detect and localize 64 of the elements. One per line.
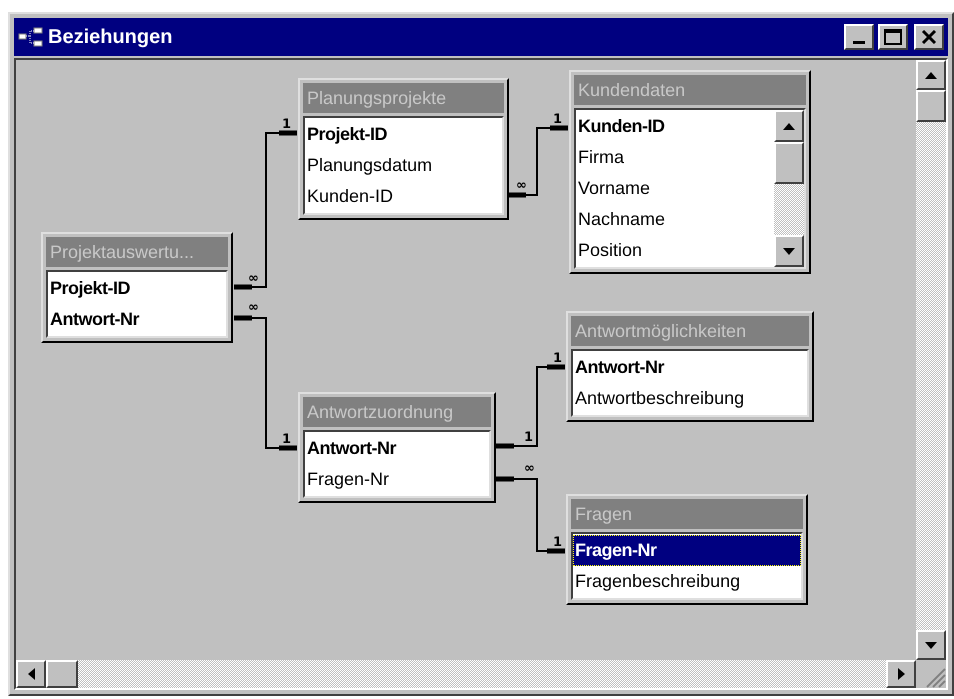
right-arrow-icon bbox=[898, 668, 904, 680]
scroll-left-button[interactable] bbox=[16, 660, 46, 688]
field-item[interactable]: Projekt-ID bbox=[48, 273, 226, 304]
down-arrow-icon bbox=[925, 642, 937, 648]
relationship-line[interactable] bbox=[496, 476, 565, 554]
maximize-button[interactable] bbox=[878, 24, 908, 50]
cardinality-label: ∞ bbox=[248, 272, 259, 285]
field-item[interactable]: Firma bbox=[576, 142, 774, 173]
cardinality-label: ∞ bbox=[248, 301, 259, 314]
up-arrow-icon bbox=[783, 122, 795, 130]
down-arrow-icon bbox=[783, 248, 795, 254]
relationship-line[interactable] bbox=[234, 316, 297, 450]
scroll-down-button[interactable] bbox=[774, 235, 804, 267]
scroll-thumb[interactable] bbox=[774, 142, 804, 184]
table-box[interactable]: Antwortzuordnung Antwort-Nr Fragen-Nr bbox=[298, 392, 496, 503]
field-item[interactable]: Position bbox=[576, 235, 774, 266]
horizontal-scrollbar[interactable] bbox=[16, 660, 916, 688]
field-item[interactable]: Antwort-Nr bbox=[48, 304, 226, 335]
field-item[interactable]: Kunden-ID bbox=[576, 111, 774, 142]
table-box[interactable]: Planungsprojekte Projekt-ID Planungsdatum Kunden-ID bbox=[298, 78, 509, 220]
cardinality-label: 1 bbox=[553, 352, 562, 365]
relationship-line[interactable] bbox=[496, 364, 565, 448]
table-box[interactable]: Antwortmöglichkeiten Antwort-Nr Antwortbeschreibung bbox=[566, 311, 814, 422]
field-item[interactable]: Vorname bbox=[576, 173, 774, 204]
field-item[interactable]: Fragen-Nr bbox=[305, 464, 489, 495]
scroll-up-button[interactable] bbox=[774, 110, 804, 142]
table-box[interactable]: Projektauswertu... Projekt-ID Antwort-Nr bbox=[41, 232, 233, 343]
cardinality-label: ∞ bbox=[524, 462, 535, 475]
vertical-scrollbar[interactable] bbox=[916, 60, 946, 660]
cardinality-label: ∞ bbox=[516, 179, 527, 192]
field-item[interactable]: Kunden-ID bbox=[305, 181, 502, 212]
cardinality-label: 1 bbox=[553, 113, 562, 126]
scroll-down-button[interactable] bbox=[916, 630, 946, 660]
left-arrow-icon bbox=[28, 668, 34, 680]
window-title: Beziehungen bbox=[48, 25, 174, 50]
relationship-line[interactable] bbox=[508, 126, 568, 198]
field-item[interactable]: Fragenbeschreibung bbox=[573, 566, 801, 597]
close-button[interactable] bbox=[914, 24, 944, 50]
field-item[interactable]: Projekt-ID bbox=[305, 119, 502, 150]
cardinality-label: 1 bbox=[282, 118, 292, 131]
minimize-button[interactable] bbox=[844, 24, 874, 50]
cardinality-label: 1 bbox=[282, 433, 292, 446]
cardinality-label: 1 bbox=[553, 536, 562, 549]
field-item[interactable]: Antwort-Nr bbox=[305, 433, 489, 464]
close-icon bbox=[921, 30, 937, 44]
field-item[interactable]: Antwortbeschreibung bbox=[573, 383, 807, 414]
minimize-icon bbox=[853, 41, 865, 44]
up-arrow-icon bbox=[925, 72, 937, 78]
size-grip-icon[interactable] bbox=[924, 666, 946, 688]
table-box[interactable]: Kundendaten Kunden-ID Firma Vorname Nachname Position bbox=[569, 70, 811, 274]
scroll-thumb[interactable] bbox=[46, 660, 78, 688]
field-item[interactable]: Nachname bbox=[576, 204, 774, 235]
relationships-icon bbox=[18, 27, 44, 47]
scroll-thumb[interactable] bbox=[916, 90, 946, 122]
scroll-right-button[interactable] bbox=[886, 660, 916, 688]
field-scrollbar[interactable] bbox=[774, 110, 804, 267]
field-item[interactable]: Planungsdatum bbox=[305, 150, 502, 181]
relationship-line[interactable] bbox=[234, 130, 297, 290]
maximize-icon bbox=[884, 29, 902, 45]
cardinality-label: 1 bbox=[524, 431, 534, 444]
field-item[interactable]: Antwort-Nr bbox=[573, 352, 807, 383]
field-item[interactable]: Fragen-Nr bbox=[573, 535, 801, 566]
scroll-up-button[interactable] bbox=[916, 60, 946, 90]
table-box[interactable]: Fragen Fragen-Nr Fragenbeschreibung bbox=[566, 494, 808, 605]
